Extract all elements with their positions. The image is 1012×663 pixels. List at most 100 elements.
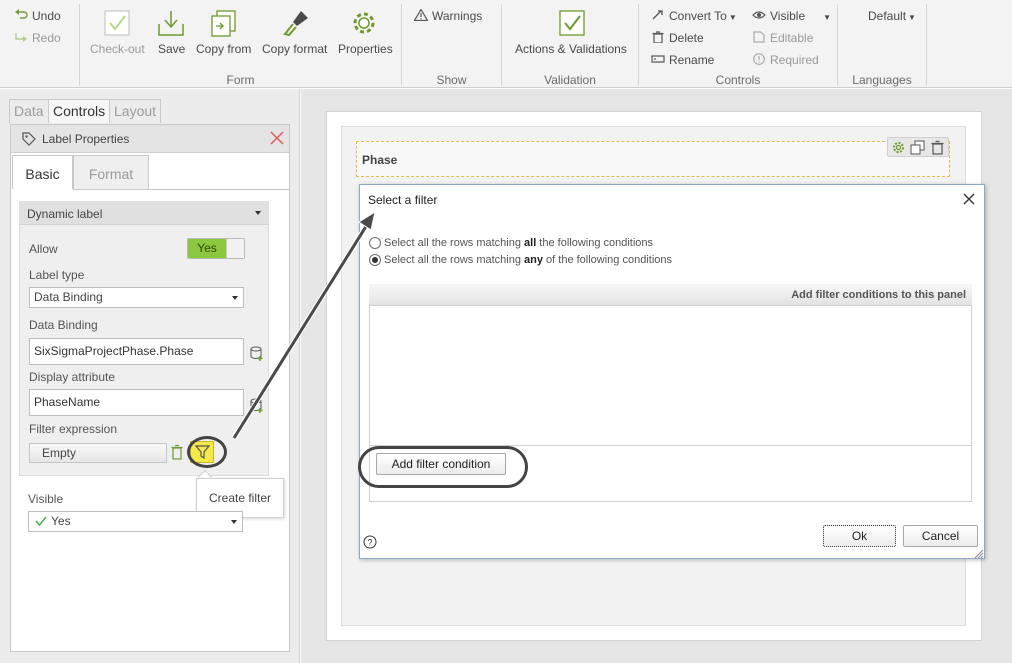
rename-button[interactable]: Rename bbox=[651, 53, 714, 67]
copy-from-button[interactable]: Copy from bbox=[196, 42, 251, 56]
close-icon[interactable] bbox=[269, 130, 285, 146]
redo-label: Redo bbox=[32, 31, 61, 45]
delete-label: Delete bbox=[669, 31, 704, 45]
checkout-button[interactable]: Check-out bbox=[90, 42, 145, 56]
trash-icon[interactable] bbox=[930, 140, 945, 155]
visible-label: Visible bbox=[770, 9, 806, 23]
trash-icon[interactable] bbox=[170, 444, 184, 460]
display-attribute-input[interactable]: PhaseName bbox=[29, 389, 244, 416]
highlight-ring bbox=[187, 436, 227, 468]
properties-title: Label Properties bbox=[42, 132, 130, 146]
editable-button[interactable]: Editable bbox=[752, 31, 813, 45]
delete-button[interactable]: Delete bbox=[651, 31, 704, 45]
highlight-ring bbox=[358, 446, 528, 488]
label-type-select[interactable]: Data Binding bbox=[29, 287, 244, 308]
copy-icon[interactable] bbox=[910, 140, 925, 155]
cancel-button[interactable]: Cancel bbox=[903, 525, 978, 547]
tab-controls[interactable]: Controls bbox=[48, 99, 111, 123]
label-type-value: Data Binding bbox=[34, 290, 103, 304]
dialog-title: Select a filter bbox=[368, 193, 438, 207]
visible-value: Yes bbox=[51, 514, 71, 528]
save-button[interactable]: Save bbox=[158, 42, 185, 56]
toggle-knob bbox=[226, 239, 244, 258]
language-dropdown[interactable]: Default ▼ bbox=[868, 9, 916, 23]
show-group-label: Show bbox=[436, 73, 467, 87]
tab-data[interactable]: Data bbox=[9, 99, 49, 123]
help-icon[interactable]: ? bbox=[363, 535, 377, 549]
language-default-label: Default bbox=[868, 9, 907, 23]
convert-to-label: Convert To bbox=[669, 9, 727, 23]
checkout-icon bbox=[104, 10, 130, 36]
form-group-label: Form bbox=[226, 73, 255, 87]
warnings-label: Warnings bbox=[432, 9, 483, 23]
visible-button[interactable]: Visible ▼ bbox=[752, 9, 831, 23]
required-button[interactable]: Required bbox=[752, 53, 819, 67]
allow-toggle-value: Yes bbox=[188, 239, 226, 258]
visible-select[interactable]: Yes bbox=[28, 511, 243, 532]
database-add-icon[interactable] bbox=[250, 398, 264, 414]
radio-match-any[interactable] bbox=[369, 254, 381, 266]
option-all-text: Select all the rows matching all the fol… bbox=[384, 237, 654, 249]
label-type-label: Label type bbox=[29, 268, 85, 282]
dynamic-label-header[interactable]: Dynamic label bbox=[19, 201, 269, 225]
database-add-icon[interactable] bbox=[250, 346, 264, 362]
ok-button[interactable]: Ok bbox=[823, 525, 896, 547]
chevron-down-icon: ▼ bbox=[728, 13, 737, 22]
tooltip-text: Create filter bbox=[209, 491, 272, 505]
tab-layout[interactable]: Layout bbox=[109, 99, 162, 123]
section-title: Dynamic label bbox=[27, 207, 103, 221]
filter-panel-header: Add filter conditions to this panel bbox=[369, 284, 972, 306]
filter-expression-value[interactable]: Empty bbox=[29, 443, 167, 463]
subtab-format[interactable]: Format bbox=[73, 155, 149, 189]
radio-match-all[interactable] bbox=[369, 237, 381, 249]
controls-group-label: Controls bbox=[715, 73, 761, 87]
convert-to-button[interactable]: Convert To ▼ bbox=[651, 9, 737, 23]
subtab-basic[interactable]: Basic bbox=[12, 155, 73, 189]
undo-icon bbox=[15, 9, 28, 19]
required-label: Required bbox=[770, 53, 819, 67]
eye-icon bbox=[752, 11, 766, 19]
tag-icon bbox=[22, 132, 36, 146]
resize-grip-icon[interactable] bbox=[972, 547, 984, 559]
redo-icon bbox=[15, 33, 27, 42]
languages-group-label: Languages bbox=[852, 73, 912, 87]
phase-control[interactable]: Phase bbox=[356, 141, 950, 177]
rename-label: Rename bbox=[669, 53, 715, 67]
copy-from-icon bbox=[211, 10, 236, 37]
chevron-down-icon bbox=[231, 520, 237, 524]
copy-format-button[interactable]: Copy format bbox=[262, 42, 327, 56]
editable-label: Editable bbox=[770, 31, 814, 45]
undo-label: Undo bbox=[32, 9, 61, 23]
chevron-down-icon bbox=[255, 211, 261, 215]
redo-button[interactable]: Redo bbox=[14, 31, 61, 45]
chevron-down-icon bbox=[232, 296, 238, 300]
trash-icon bbox=[652, 31, 664, 43]
properties-button[interactable]: Properties bbox=[338, 42, 393, 56]
display-attribute-label: Display attribute bbox=[29, 370, 116, 384]
close-icon[interactable] bbox=[963, 193, 975, 205]
data-binding-label: Data Binding bbox=[29, 318, 98, 332]
validation-check-icon bbox=[559, 10, 585, 36]
validation-group-label: Validation bbox=[544, 73, 596, 87]
undo-button[interactable]: Undo bbox=[14, 9, 61, 23]
chevron-down-icon: ▼ bbox=[908, 13, 916, 22]
copy-format-icon bbox=[283, 11, 308, 37]
option-any-text: Select all the rows matching any of the … bbox=[384, 254, 673, 266]
warning-icon bbox=[414, 9, 428, 21]
actions-validations-button[interactable]: Actions & Validations bbox=[515, 42, 627, 56]
allow-toggle[interactable]: Yes bbox=[187, 238, 245, 259]
rename-icon bbox=[651, 55, 665, 63]
edit-icon bbox=[753, 31, 765, 43]
phase-control-toolbar bbox=[887, 137, 949, 157]
required-icon bbox=[753, 53, 765, 65]
properties-header: Label Properties bbox=[11, 125, 289, 153]
warnings-button[interactable]: Warnings bbox=[414, 9, 482, 23]
check-icon bbox=[35, 516, 47, 526]
data-binding-input[interactable]: SixSigmaProjectPhase.Phase bbox=[29, 338, 244, 365]
ribbon-toolbar: Undo Redo Check-out Save Copy from Copy … bbox=[0, 0, 1012, 88]
svg-text:?: ? bbox=[367, 538, 372, 548]
chevron-down-icon: ▼ bbox=[823, 13, 832, 22]
gear-icon[interactable] bbox=[891, 140, 906, 155]
allow-label: Allow bbox=[29, 242, 58, 256]
phase-label: Phase bbox=[362, 153, 398, 167]
